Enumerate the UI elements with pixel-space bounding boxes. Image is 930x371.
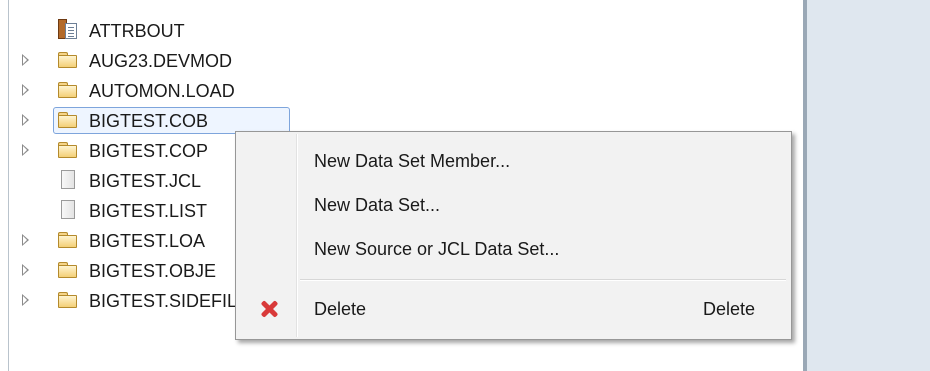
tree-item-label: AUG23.DEVMOD [89,51,233,71]
folder-icon [58,262,78,280]
expand-triangle-icon[interactable] [22,54,29,66]
expand-triangle-icon[interactable] [22,294,29,306]
menu-item-label: New Data Set Member... [314,151,511,171]
menu-item-label: Delete [314,299,367,319]
tree-item-label: BIGTEST.JCL [89,171,202,191]
folder-icon [58,52,78,70]
expand-triangle-icon[interactable] [22,84,29,96]
expand-triangle-icon[interactable] [22,234,29,246]
tree-item-label: ATTRBOUT [89,21,185,41]
delete-x-icon [260,300,278,318]
menu-separator [300,279,786,281]
tree-item-automon-load[interactable]: AUTOMON.LOAD [9,76,803,106]
tree-item-attrbout[interactable]: ATTRBOUT [9,16,803,46]
folder-icon [58,232,78,250]
tree-item-aug23-devmod[interactable]: AUG23.DEVMOD [9,46,803,76]
tree-item-label: BIGTEST.COP [89,141,209,161]
tree-item-label: BIGTEST.OBJE [89,261,217,281]
tree-item-label: BIGTEST.LIST [89,201,208,221]
file-icon [61,170,75,189]
folder-icon [58,112,78,130]
context-menu: New Data Set Member... New Data Set... N… [235,131,792,340]
tree-item-label: BIGTEST.COB [89,111,209,131]
menu-item-label: New Data Set... [314,195,441,215]
tree-item-label: BIGTEST.LOA [89,231,206,251]
folder-icon [58,142,78,160]
library-icon [58,19,78,41]
adjacent-panel [803,0,930,371]
menu-item-label: New Source or JCL Data Set... [314,239,560,259]
file-icon [61,200,75,219]
expand-triangle-icon[interactable] [22,144,29,156]
menu-item-new-source-or-jcl-data-set[interactable]: New Source or JCL Data Set... [238,228,789,270]
folder-icon [58,82,78,100]
menu-item-new-data-set-member[interactable]: New Data Set Member... [238,140,789,182]
tree-item-label: AUTOMON.LOAD [89,81,235,101]
menu-item-delete[interactable]: Delete Delete [238,288,789,330]
expand-triangle-icon[interactable] [22,114,29,126]
tree-item-label: BIGTEST.SIDEFILE [89,291,250,311]
expand-triangle-icon[interactable] [22,264,29,276]
menu-item-shortcut: Delete [702,299,755,319]
folder-icon [58,292,78,310]
menu-item-new-data-set[interactable]: New Data Set... [238,184,789,226]
